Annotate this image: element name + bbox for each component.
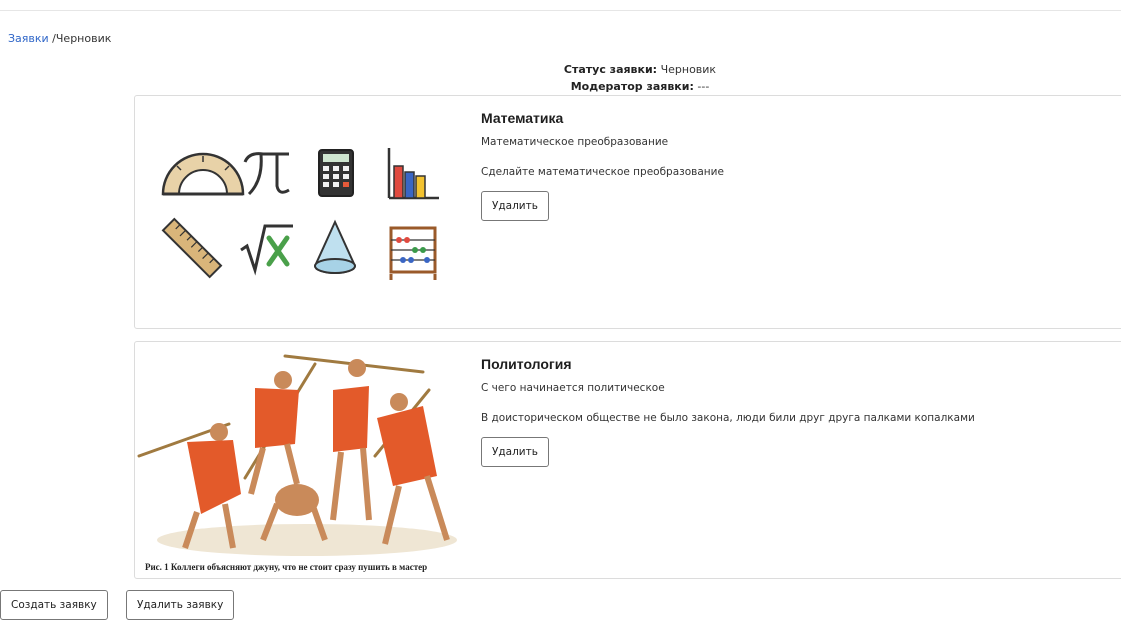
card-title: Политология <box>481 356 572 372</box>
status-label: Статус заявки: <box>563 63 658 76</box>
breadcrumb-link-requests[interactable]: Заявки <box>8 32 49 45</box>
delete-service-button[interactable]: Удалить <box>481 191 549 221</box>
breadcrumb-current: Черновик <box>55 32 112 45</box>
cone-icon <box>313 219 357 274</box>
moderator-value: --- <box>693 80 710 93</box>
service-card-math: Математика Математическое преобразование… <box>134 95 1121 329</box>
request-moderator: Модератор заявки: --- <box>0 80 1121 93</box>
illustration-image <box>137 344 463 558</box>
breadcrumb: Заявки /Черновик <box>8 32 111 45</box>
card-description: Сделайте математическое преобразование <box>481 166 724 178</box>
delete-service-button[interactable]: Удалить <box>481 437 549 467</box>
abacus-icon <box>389 226 437 280</box>
card-title: Математика <box>481 110 564 126</box>
delete-request-button[interactable]: Удалить заявку <box>126 590 235 620</box>
card-subtitle: С чего начинается политическое <box>481 382 665 394</box>
square-root-icon <box>240 224 293 276</box>
bar-chart-icon <box>387 148 439 200</box>
math-icons-image <box>161 148 439 280</box>
calculator-icon <box>318 149 354 197</box>
card-description: В доисторическом обществе не было закона… <box>481 412 975 424</box>
top-divider <box>0 10 1121 11</box>
card-subtitle: Математическое преобразование <box>481 136 669 148</box>
protractor-icon <box>161 152 245 196</box>
breadcrumb-separator: / <box>48 32 56 45</box>
image-caption: Рис. 1 Коллеги объясняют джуну, что не с… <box>145 562 428 572</box>
request-status: Статус заявки: Черновик <box>0 63 1121 76</box>
ruler-icon <box>161 217 223 279</box>
moderator-label: Модератор заявки: <box>570 80 694 93</box>
status-value: Черновик <box>657 63 717 76</box>
service-card-politics: Рис. 1 Коллеги объясняют джуну, что не с… <box>134 341 1121 579</box>
pi-icon <box>243 152 290 196</box>
create-request-button[interactable]: Создать заявку <box>0 590 108 620</box>
